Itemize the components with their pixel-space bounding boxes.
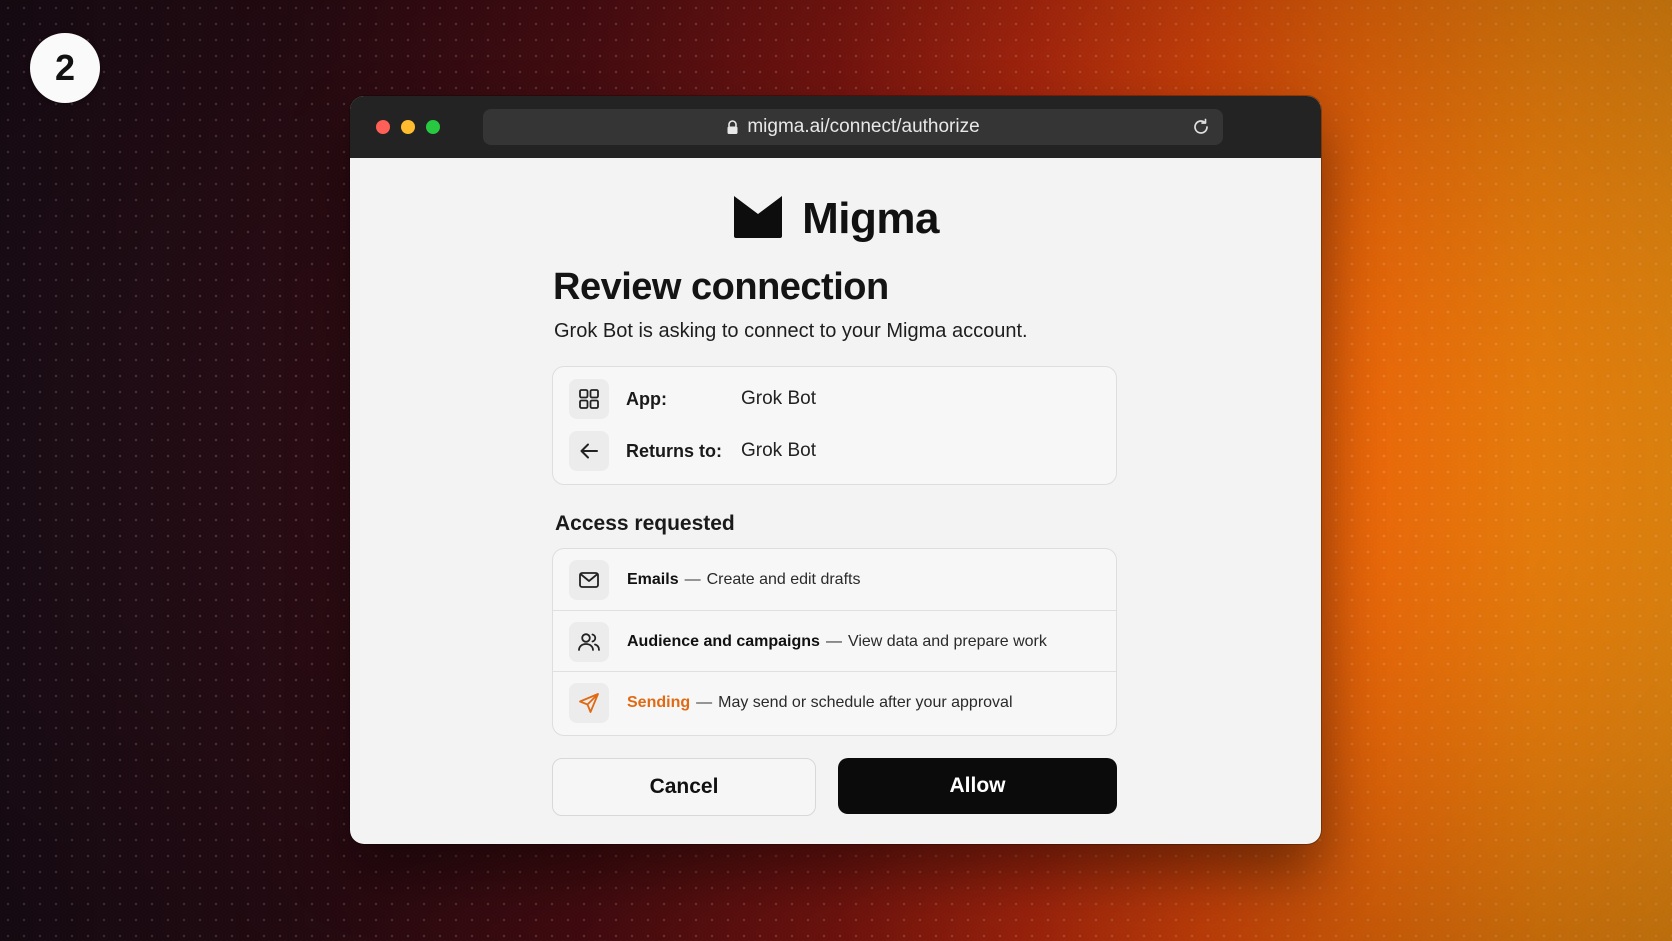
access-desc-audience: View data and prepare work xyxy=(847,632,1047,650)
access-text-sending: Sending — May send or schedule after your … xyxy=(627,694,1013,712)
access-name-emails: Emails xyxy=(627,570,679,588)
access-name-sending: Sending xyxy=(627,693,691,711)
access-permissions-card: Emails — Create and edit drafts Audience a… xyxy=(552,548,1117,736)
access-text-audience: Audience and campaigns — View data and pre… xyxy=(627,633,1047,651)
access-row-audience: Audience and campaigns — View data and pre… xyxy=(553,610,1116,672)
cancel-button[interactable]: Cancel xyxy=(552,758,816,816)
page-subtitle: Grok Bot is asking to connect to your Mi… xyxy=(554,320,1028,342)
grid-icon xyxy=(569,379,609,419)
brand-name: Migma xyxy=(802,193,939,243)
access-requested-title: Access requested xyxy=(555,512,735,535)
access-separator: — xyxy=(825,632,842,650)
info-label-returns-to: Returns to: xyxy=(626,440,722,461)
access-name-audience: Audience and campaigns xyxy=(627,632,820,650)
access-desc-sending: May send or schedule after your approval xyxy=(718,693,1013,711)
migma-logo-icon xyxy=(732,192,784,245)
send-icon xyxy=(569,682,609,723)
step-number-badge: 2 xyxy=(30,33,100,103)
address-bar[interactable]: migma.ai/connect/authorize xyxy=(483,109,1223,145)
maximize-window-button[interactable] xyxy=(426,120,440,134)
lock-icon xyxy=(726,119,739,135)
browser-window: migma.ai/connect/authorize Migma Review … xyxy=(350,96,1321,844)
connection-info-card: App: Grok Bot Returns to: Grok Bot xyxy=(552,366,1117,485)
info-row-returns-to: Returns to: Grok Bot xyxy=(553,431,1116,471)
page-title: Review connection xyxy=(553,266,889,308)
browser-titlebar: migma.ai/connect/authorize xyxy=(350,96,1321,158)
address-bar-url: migma.ai/connect/authorize xyxy=(747,116,980,137)
mail-icon xyxy=(569,559,609,600)
info-value-returns-to: Grok Bot xyxy=(741,440,816,461)
info-value-app: Grok Bot xyxy=(741,388,816,409)
arrow-left-icon xyxy=(569,431,609,471)
close-window-button[interactable] xyxy=(376,120,390,134)
access-text-emails: Emails — Create and edit drafts xyxy=(627,571,860,589)
users-icon xyxy=(569,621,609,662)
reload-icon[interactable] xyxy=(1191,117,1211,137)
authorize-page: Migma Review connection Grok Bot is aski… xyxy=(350,158,1321,844)
info-label-app: App: xyxy=(626,388,667,409)
minimize-window-button[interactable] xyxy=(401,120,415,134)
access-row-emails: Emails — Create and edit drafts xyxy=(553,549,1116,610)
allow-button[interactable]: Allow xyxy=(838,758,1117,814)
access-row-sending: Sending — May send or schedule after your … xyxy=(553,671,1116,733)
info-row-app: App: Grok Bot xyxy=(553,379,1116,419)
access-separator: — xyxy=(696,693,713,711)
access-desc-emails: Create and edit drafts xyxy=(706,570,861,588)
brand-header: Migma xyxy=(350,192,1321,245)
access-separator: — xyxy=(684,570,701,588)
